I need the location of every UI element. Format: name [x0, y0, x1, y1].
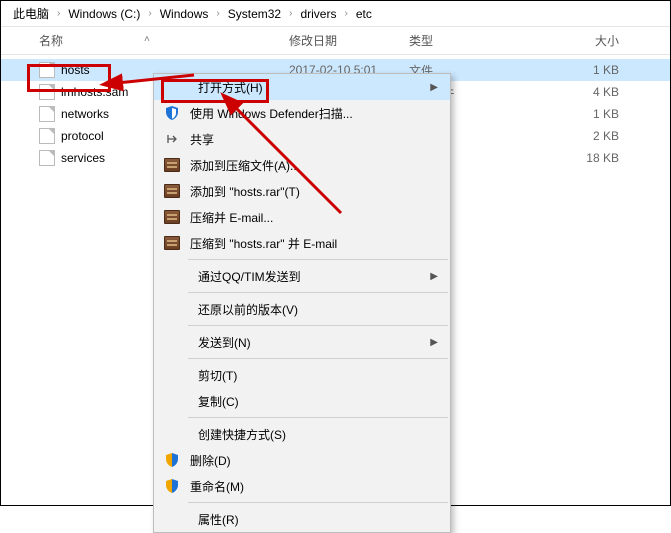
menu-label: 打开方式(H) [198, 79, 450, 96]
column-date[interactable]: 修改日期 [289, 32, 409, 49]
file-size: 4 KB [529, 85, 619, 99]
breadcrumb-item[interactable]: System32 [224, 7, 285, 21]
menu-label: 创建快捷方式(S) [198, 426, 450, 443]
blank-icon [162, 365, 190, 385]
menu-separator [188, 325, 448, 326]
blank-icon [162, 332, 190, 352]
chevron-right-icon: › [144, 8, 155, 19]
file-icon [39, 62, 55, 78]
menu-add-to-archive[interactable]: 添加到压缩文件(A)... [154, 152, 450, 178]
breadcrumb-item[interactable]: Windows [156, 7, 213, 21]
share-icon [162, 129, 182, 149]
menu-cut[interactable]: 剪切(T) [154, 362, 450, 388]
file-icon [39, 150, 55, 166]
menu-label: 删除(D) [190, 452, 450, 469]
blank-icon [162, 266, 190, 286]
winrar-icon [162, 181, 182, 201]
file-size: 1 KB [529, 107, 619, 121]
menu-separator [188, 417, 448, 418]
menu-send-to[interactable]: 发送到(N) ▶ [154, 329, 450, 355]
chevron-right-icon: › [285, 8, 296, 19]
menu-label: 共享 [190, 131, 450, 148]
menu-share[interactable]: 共享 [154, 126, 450, 152]
file-icon [39, 84, 55, 100]
column-type[interactable]: 类型 [409, 32, 529, 49]
winrar-icon [162, 155, 182, 175]
winrar-icon [162, 233, 182, 253]
menu-label: 通过QQ/TIM发送到 [198, 268, 450, 285]
menu-separator [188, 358, 448, 359]
file-icon [39, 128, 55, 144]
menu-compress-email[interactable]: 压缩并 E-mail... [154, 204, 450, 230]
menu-properties[interactable]: 属性(R) [154, 506, 450, 532]
submenu-arrow-icon: ▶ [430, 271, 438, 282]
menu-label: 添加到压缩文件(A)... [190, 157, 450, 174]
blank-icon [162, 299, 190, 319]
file-size: 1 KB [529, 63, 619, 77]
column-headers: 名称 ˄ 修改日期 类型 大小 [1, 27, 670, 55]
menu-rename[interactable]: 重命名(M) [154, 473, 450, 499]
menu-label: 使用 Windows Defender扫描... [190, 105, 450, 122]
menu-label: 还原以前的版本(V) [198, 301, 450, 318]
menu-compress-hosts-email[interactable]: 压缩到 "hosts.rar" 并 E-mail [154, 230, 450, 256]
submenu-arrow-icon: ▶ [430, 337, 438, 348]
blank-icon [162, 509, 190, 529]
menu-separator [188, 259, 448, 260]
column-name[interactable]: 名称 ˄ [39, 32, 289, 49]
column-size[interactable]: 大小 [529, 32, 619, 49]
blank-icon [162, 391, 190, 411]
menu-create-shortcut[interactable]: 创建快捷方式(S) [154, 421, 450, 447]
menu-separator [188, 502, 448, 503]
menu-label: 重命名(M) [190, 478, 450, 495]
chevron-right-icon: › [53, 8, 64, 19]
shield-icon [162, 103, 182, 123]
shield-icon [162, 476, 182, 496]
menu-label: 压缩并 E-mail... [190, 209, 450, 226]
menu-label: 发送到(N) [198, 334, 450, 351]
file-size: 18 KB [529, 151, 619, 165]
menu-copy[interactable]: 复制(C) [154, 388, 450, 414]
context-menu: 打开方式(H) ▶ 使用 Windows Defender扫描... 共享 添加… [153, 73, 451, 533]
menu-label: 复制(C) [198, 393, 450, 410]
breadcrumb[interactable]: 此电脑 › Windows (C:) › Windows › System32 … [1, 1, 670, 27]
shield-icon [162, 450, 182, 470]
blank-icon [162, 424, 190, 444]
chevron-right-icon: › [212, 8, 223, 19]
winrar-icon [162, 207, 182, 227]
breadcrumb-item[interactable]: drivers [296, 7, 340, 21]
menu-restore-previous[interactable]: 还原以前的版本(V) [154, 296, 450, 322]
menu-open-with[interactable]: 打开方式(H) ▶ [154, 74, 450, 100]
menu-label: 压缩到 "hosts.rar" 并 E-mail [190, 235, 450, 252]
breadcrumb-item[interactable]: Windows (C:) [64, 7, 144, 21]
menu-defender-scan[interactable]: 使用 Windows Defender扫描... [154, 100, 450, 126]
menu-add-to-hosts-rar[interactable]: 添加到 "hosts.rar"(T) [154, 178, 450, 204]
breadcrumb-item[interactable]: etc [352, 7, 376, 21]
menu-label: 属性(R) [198, 511, 450, 528]
menu-label: 添加到 "hosts.rar"(T) [190, 183, 450, 200]
chevron-right-icon: › [340, 8, 351, 19]
sort-asc-icon: ˄ [144, 34, 150, 45]
menu-separator [188, 292, 448, 293]
breadcrumb-item[interactable]: 此电脑 [9, 5, 53, 22]
menu-qq-tim-send[interactable]: 通过QQ/TIM发送到 ▶ [154, 263, 450, 289]
file-size: 2 KB [529, 129, 619, 143]
submenu-arrow-icon: ▶ [430, 82, 438, 93]
blank-icon [162, 77, 190, 97]
menu-delete[interactable]: 删除(D) [154, 447, 450, 473]
file-icon [39, 106, 55, 122]
menu-label: 剪切(T) [198, 367, 450, 384]
column-name-label: 名称 [39, 34, 63, 48]
